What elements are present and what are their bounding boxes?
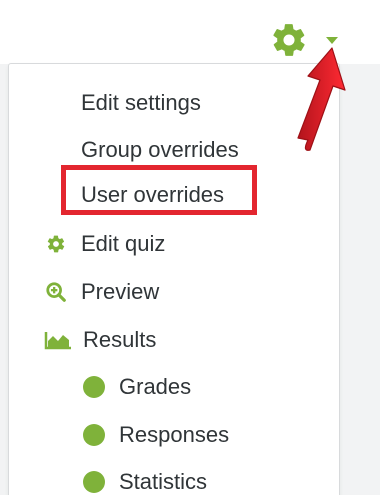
menu-item-label: Statistics	[119, 469, 208, 494]
menu-item-label: Grades	[119, 374, 192, 399]
page: Edit settings Group overrides User overr…	[0, 0, 380, 495]
magnifier-plus-icon	[43, 279, 69, 305]
menu-item-edit-quiz[interactable]: Edit quiz	[43, 227, 165, 261]
menu-item-group-overrides[interactable]: Group overrides	[81, 133, 239, 167]
menu-item-label: Edit settings	[81, 90, 201, 115]
menu-item-preview[interactable]: Preview	[43, 275, 159, 309]
chevron-down-icon[interactable]	[326, 36, 338, 44]
green-dot-icon	[81, 374, 107, 400]
menu-item-responses[interactable]: Responses	[81, 418, 229, 452]
gear-icon	[43, 231, 69, 257]
green-dot-icon	[81, 469, 107, 495]
menu-item-label: Responses	[119, 422, 230, 447]
menu-item-results[interactable]: Results	[43, 323, 156, 357]
menu-item-grades[interactable]: Grades	[81, 370, 191, 404]
menu-item-label: Edit quiz	[81, 231, 166, 256]
highlight-box	[61, 165, 257, 215]
quiz-administration-menu: Edit settings Group overrides User overr…	[8, 63, 340, 495]
area-chart-icon	[43, 327, 73, 353]
menu-item-edit-settings[interactable]: Edit settings	[81, 86, 201, 120]
gear-icon[interactable]	[270, 21, 308, 59]
menu-item-label: Preview	[81, 279, 160, 304]
actions-menu-toggle[interactable]	[270, 22, 354, 58]
green-dot-icon	[81, 422, 107, 448]
menu-item-label: Results	[83, 327, 157, 352]
menu-item-label: Group overrides	[81, 137, 239, 162]
menu-item-statistics[interactable]: Statistics	[81, 465, 207, 495]
